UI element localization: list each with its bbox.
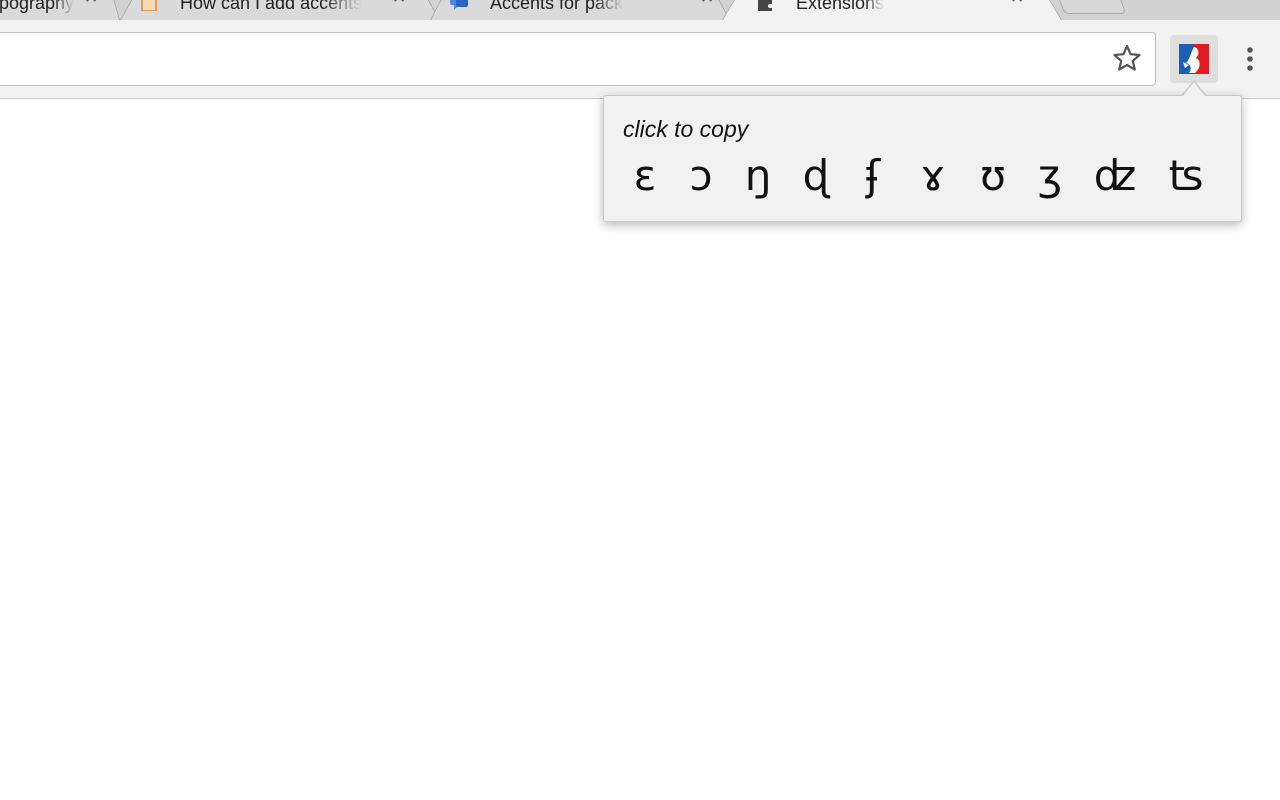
tab-title: Accents for pack [490,0,624,13]
tab-close-icon[interactable]: ✕ [1010,0,1024,8]
symbol-button[interactable]: ʣ [1091,148,1139,204]
symbol-button[interactable]: ʦ [1166,148,1206,204]
tab-close-icon[interactable]: ✕ [392,0,406,8]
ipa-extension-icon [1179,44,1209,74]
chat-icon [450,0,468,10]
new-tab-button[interactable] [1055,0,1127,14]
popup-arrow-fill [1182,82,1206,97]
kebab-menu-icon[interactable] [1236,44,1264,74]
ipa-extension-button[interactable] [1170,35,1218,83]
symbol-list: ɛ ɔ ŋ ɖ ʄ ɤ ʊ ʒ ʣ ʦ [604,148,1243,204]
browser-toolbar [0,20,1280,99]
address-bar[interactable] [0,32,1156,86]
tab-title: Extensions [796,0,885,13]
symbol-button[interactable]: ɤ [916,148,950,204]
puzzle-icon [758,0,772,11]
tab-title: Typography [0,0,75,13]
symbol-button[interactable]: ɖ [799,148,833,204]
tab-close-icon[interactable]: ✕ [84,0,98,8]
symbol-button[interactable]: ɛ [630,148,660,204]
symbol-button[interactable]: ŋ [741,148,775,204]
tab-title: How can I add accents [180,0,363,13]
symbol-button[interactable]: ʄ [858,148,888,204]
symbol-button[interactable]: ɔ [686,148,716,204]
symbol-button[interactable]: ʊ [976,148,1010,204]
symbol-button[interactable]: ʒ [1034,148,1066,204]
ipa-popup: click to copy ɛ ɔ ŋ ɖ ʄ ɤ ʊ ʒ ʣ ʦ [603,95,1242,222]
tab-close-icon[interactable]: ✕ [700,0,714,8]
popup-hint: click to copy [623,116,749,142]
tab-strip: Typography ✕ How can I add accents ✕ Acc… [0,0,1280,22]
document-icon [141,0,157,11]
star-icon[interactable] [1112,43,1142,73]
